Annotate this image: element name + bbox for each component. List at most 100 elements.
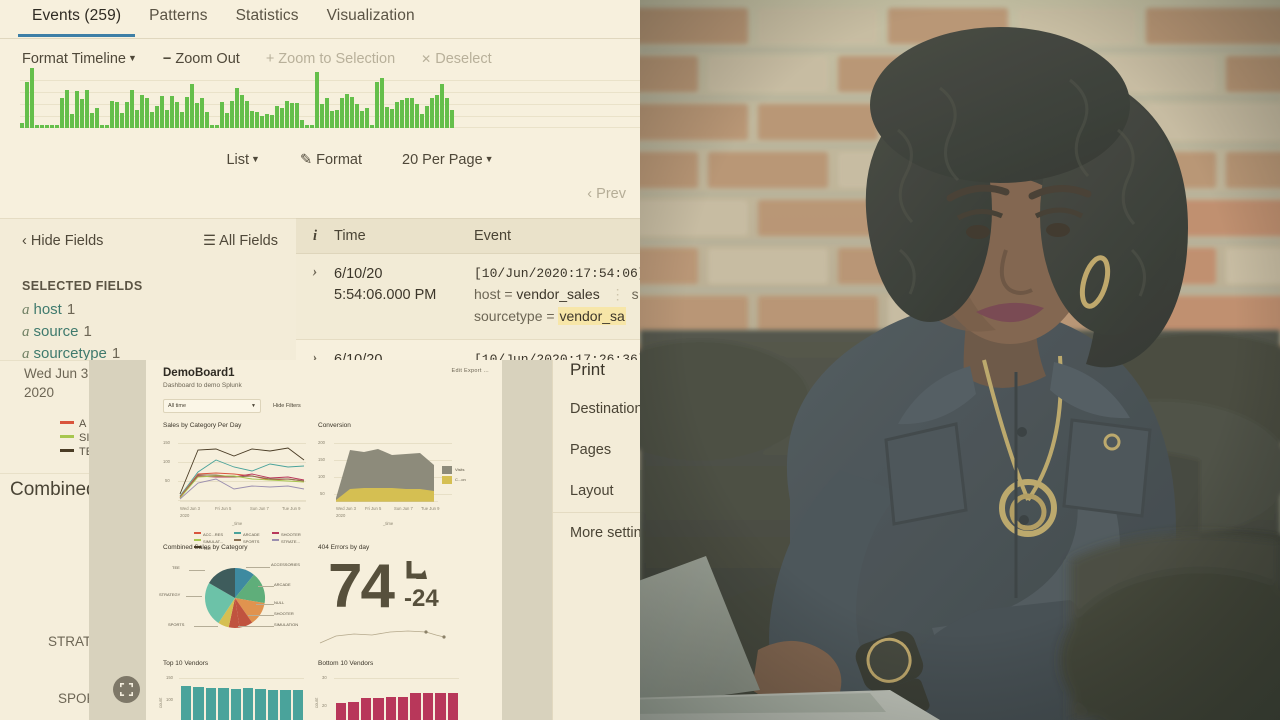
timeline-bar[interactable]	[380, 78, 384, 128]
timeline-bar[interactable]	[60, 98, 64, 128]
timeline-bar[interactable]	[390, 109, 394, 128]
timeline-bar[interactable]	[170, 96, 174, 128]
tab-statistics[interactable]: Statistics	[222, 0, 313, 34]
dashboard-actions[interactable]: Edit Export ...	[451, 368, 489, 374]
timeline-bar[interactable]	[25, 82, 29, 128]
timeline-bar[interactable]	[430, 98, 434, 128]
timeline-bar[interactable]	[210, 125, 214, 128]
timeline-bar[interactable]	[195, 103, 199, 128]
field-item-host[interactable]: a host 1	[22, 299, 296, 321]
bar[interactable]	[205, 688, 217, 720]
timeline-bar[interactable]	[155, 106, 159, 128]
print-more-settings-label[interactable]: More settings	[570, 525, 640, 541]
bar[interactable]	[280, 690, 291, 720]
bar[interactable]	[243, 688, 254, 720]
timeline-bar[interactable]	[80, 99, 84, 128]
timeline-bar[interactable]	[205, 112, 209, 128]
timeline-bar[interactable]	[355, 104, 359, 128]
timeline-bar[interactable]	[385, 107, 389, 128]
timeline-bar[interactable]	[400, 100, 404, 128]
format-timeline-button[interactable]: Format Timeline ▼	[22, 51, 137, 67]
timeline-bar[interactable]	[415, 104, 419, 128]
fullscreen-icon[interactable]	[113, 676, 140, 703]
print-destination-label[interactable]: Destination	[570, 401, 640, 417]
timeline-bar[interactable]	[30, 68, 34, 128]
bar[interactable]	[385, 697, 397, 720]
timeline-bar[interactable]	[110, 101, 114, 128]
timeline-bar[interactable]	[310, 125, 314, 128]
event-field-host-value[interactable]: vendor_sales	[516, 286, 599, 302]
time-range-picker[interactable]: All time ▼	[163, 399, 261, 413]
bar[interactable]	[398, 697, 409, 720]
zoom-out-button[interactable]: − Zoom Out	[163, 51, 240, 67]
tab-visualization[interactable]: Visualization	[313, 0, 429, 34]
deselect-button[interactable]: ✕ Deselect	[421, 51, 491, 67]
bar[interactable]	[373, 698, 384, 720]
timeline-bar[interactable]	[405, 98, 409, 128]
timeline-bar[interactable]	[260, 116, 264, 128]
bar[interactable]	[410, 693, 421, 720]
timeline-bars[interactable]	[20, 68, 640, 128]
timeline-bar[interactable]	[320, 104, 324, 128]
hide-filters-button[interactable]: Hide Filters	[273, 403, 301, 409]
timeline-bar[interactable]	[315, 72, 319, 128]
format-button[interactable]: ✎ Format	[300, 152, 362, 168]
timeline-histogram[interactable]	[0, 68, 640, 134]
column-header-event[interactable]: Event	[474, 228, 640, 244]
bar[interactable]	[267, 690, 279, 720]
timeline-bar[interactable]	[445, 98, 449, 128]
timeline-bar[interactable]	[340, 98, 344, 128]
bar[interactable]	[348, 702, 359, 720]
timeline-bar[interactable]	[105, 125, 109, 128]
timeline-bar[interactable]	[190, 84, 194, 128]
timeline-bar[interactable]	[370, 125, 374, 128]
timeline-bar[interactable]	[440, 84, 444, 128]
timeline-bar[interactable]	[290, 103, 294, 128]
timeline-bar[interactable]	[220, 102, 224, 128]
all-fields-button[interactable]: ☰ All Fields	[203, 233, 278, 249]
column-header-time[interactable]: Time	[334, 228, 474, 244]
timeline-bar[interactable]	[410, 98, 414, 128]
bar[interactable]	[447, 693, 459, 720]
timeline-bar[interactable]	[285, 101, 289, 128]
timeline-bar[interactable]	[425, 106, 429, 128]
timeline-bar[interactable]	[150, 112, 154, 128]
print-pages-label[interactable]: Pages	[570, 442, 611, 458]
timeline-bar[interactable]	[365, 108, 369, 128]
timeline-bar[interactable]	[265, 114, 269, 128]
timeline-bar[interactable]	[55, 125, 59, 128]
timeline-bar[interactable]	[300, 120, 304, 128]
timeline-bar[interactable]	[75, 91, 79, 128]
timeline-bar[interactable]	[270, 115, 274, 128]
tab-events[interactable]: Events (259)	[18, 0, 136, 37]
timeline-bar[interactable]	[375, 82, 379, 128]
timeline-bar[interactable]	[230, 101, 234, 128]
timeline-bar[interactable]	[115, 102, 119, 128]
timeline-bar[interactable]	[135, 110, 139, 128]
timeline-bar[interactable]	[350, 97, 354, 128]
timeline-bar[interactable]	[165, 110, 169, 128]
timeline-bar[interactable]	[175, 102, 179, 128]
timeline-bar[interactable]	[255, 112, 259, 128]
prev-page-button[interactable]: ‹ Prev	[587, 186, 626, 202]
bar[interactable]	[181, 686, 192, 720]
timeline-bar[interactable]	[35, 125, 39, 128]
timeline-bar[interactable]	[185, 97, 189, 128]
timeline-bar[interactable]	[335, 110, 339, 128]
timeline-bar[interactable]	[420, 114, 424, 128]
bar[interactable]	[218, 688, 229, 720]
timeline-bar[interactable]	[45, 125, 49, 128]
bar[interactable]	[422, 693, 434, 720]
timeline-bar[interactable]	[90, 113, 94, 128]
timeline-bar[interactable]	[100, 125, 104, 128]
bar[interactable]	[336, 703, 347, 720]
timeline-bar[interactable]	[395, 102, 399, 128]
per-page-button[interactable]: 20 Per Page ▼	[402, 152, 494, 168]
event-field-sourcetype-value[interactable]: vendor_sa	[558, 307, 626, 325]
timeline-bar[interactable]	[435, 95, 439, 128]
timeline-bar[interactable]	[325, 98, 329, 128]
timeline-bar[interactable]	[280, 108, 284, 128]
timeline-bar[interactable]	[245, 101, 249, 128]
timeline-bar[interactable]	[145, 98, 149, 128]
timeline-bar[interactable]	[330, 111, 334, 128]
